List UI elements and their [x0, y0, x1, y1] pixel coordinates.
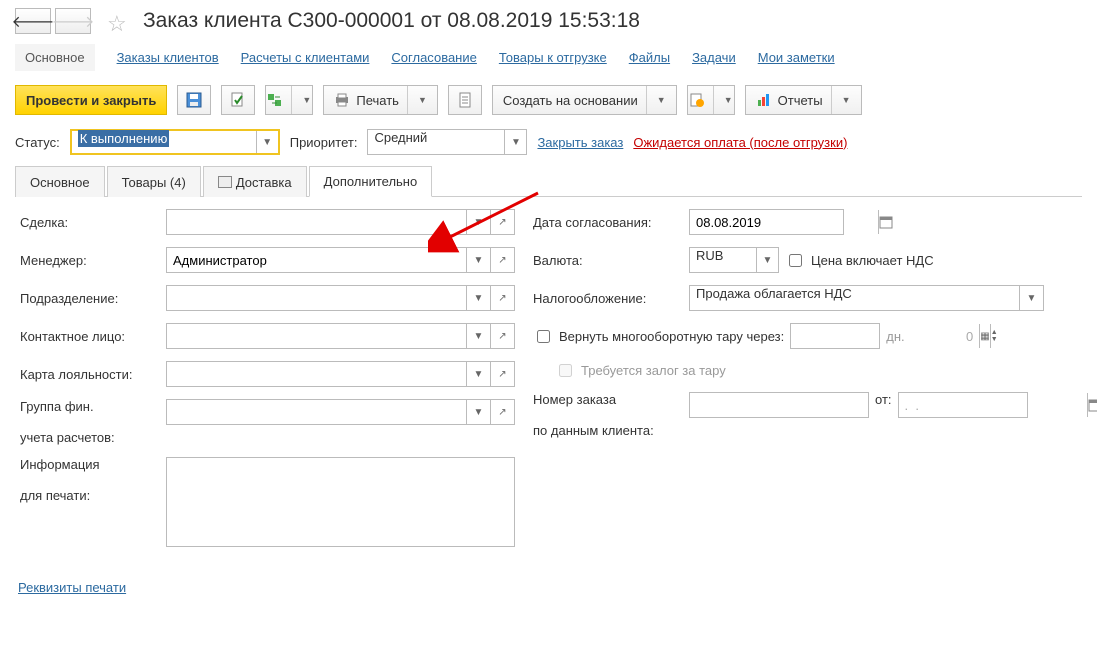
priority-label: Приоритет: [290, 135, 358, 150]
attach-icon-button[interactable]: ▼ [687, 85, 735, 115]
header-row: 🡐 🡒 ☆ Заказ клиента С300-000001 от 08.08… [0, 0, 1097, 40]
spinner-up-down[interactable]: ▲▼ [990, 324, 998, 348]
nav-main-label[interactable]: Основное [15, 44, 95, 71]
nav-link-approval[interactable]: Согласование [391, 50, 476, 65]
fingroup-open-btn[interactable]: ↗ [491, 399, 515, 425]
fingroup-dropdown-btn[interactable]: ▼ [467, 399, 491, 425]
status-label: Статус: [15, 135, 60, 150]
approval-date-field[interactable] [689, 209, 844, 235]
print-info-textarea[interactable] [166, 457, 515, 547]
chat-icon [218, 176, 232, 188]
loyalty-field[interactable] [166, 361, 467, 387]
chart-icon [756, 92, 772, 108]
tab-delivery[interactable]: Доставка [203, 166, 307, 197]
calendar-icon [879, 215, 893, 229]
tax-label: Налогообложение: [533, 291, 683, 306]
return-container-days-field[interactable]: ▦ ▲▼ [790, 323, 880, 349]
contact-open-btn[interactable]: ↗ [491, 323, 515, 349]
create-based-on-button[interactable]: Создать на основании ▼ [492, 85, 677, 115]
movement-icon-button[interactable]: ▼ [265, 85, 313, 115]
calendar-icon [1088, 398, 1097, 412]
post-and-close-button[interactable]: Провести и закрыть [15, 85, 167, 115]
priority-dropdown-btn[interactable]: ▼ [504, 130, 526, 154]
printer-icon [334, 92, 350, 108]
nav-back-button[interactable]: 🡐 [15, 8, 51, 34]
priority-field[interactable]: Средний ▼ [367, 129, 527, 155]
post-icon-button[interactable] [221, 85, 255, 115]
client-order-date-calendar-btn[interactable] [1087, 393, 1097, 417]
contact-dropdown-btn[interactable]: ▼ [467, 323, 491, 349]
client-order-number-field[interactable] [689, 392, 869, 418]
tab-goods[interactable]: Товары (4) [107, 166, 201, 197]
print-button[interactable]: Печать ▼ [323, 85, 438, 115]
calc-btn[interactable]: ▦ [979, 324, 989, 348]
favorite-star-icon[interactable]: ☆ [107, 11, 127, 31]
loyalty-dropdown-btn[interactable]: ▼ [467, 361, 491, 387]
currency-field[interactable]: RUB ▼ [689, 247, 779, 273]
division-dropdown-btn[interactable]: ▼ [467, 285, 491, 311]
reports-button[interactable]: Отчеты ▼ [745, 85, 862, 115]
print-requisites-link[interactable]: Реквизиты печати [18, 580, 126, 595]
tab-additional[interactable]: Дополнительно [309, 166, 433, 197]
structure-icon-button[interactable] [448, 85, 482, 115]
nav-link-tasks[interactable]: Задачи [692, 50, 736, 65]
nav-link-orders[interactable]: Заказы клиентов [117, 50, 219, 65]
document-icon [457, 92, 473, 108]
fingroup-field[interactable] [166, 399, 467, 425]
loyalty-open-btn[interactable]: ↗ [491, 361, 515, 387]
division-field[interactable] [166, 285, 467, 311]
status-dropdown-btn[interactable]: ▼ [256, 131, 278, 153]
manager-label: Менеджер: [20, 253, 160, 268]
floppy-icon [186, 92, 202, 108]
order-number-label: Номер заказа по данным клиента: [533, 392, 683, 438]
nav-link-my-notes[interactable]: Мои заметки [758, 50, 835, 65]
deal-field[interactable] [166, 209, 467, 235]
contact-field[interactable] [166, 323, 467, 349]
tax-field[interactable]: Продажа облагается НДС [689, 285, 1020, 311]
post-doc-icon [230, 92, 246, 108]
related-doc-icon [689, 92, 705, 108]
nav-link-files[interactable]: Файлы [629, 50, 670, 65]
deposit-required-checkbox [559, 364, 572, 377]
vat-included-checkbox[interactable] [789, 254, 802, 267]
tab-main[interactable]: Основное [15, 166, 105, 197]
division-label: Подразделение: [20, 291, 160, 306]
form-area: Сделка: ▼ ↗ Менеджер: ▼ ↗ Подразделение:… [0, 197, 1097, 574]
toolbar: Провести и закрыть ▼ Печать ▼ Создать на… [0, 81, 1097, 125]
currency-dropdown-btn[interactable]: ▼ [756, 248, 778, 272]
status-field[interactable]: К выполнению ▼ [70, 129, 280, 155]
swap-icon [267, 92, 283, 108]
return-container-label: Вернуть многооборотную тару через: [559, 329, 784, 344]
vat-included-label: Цена включает НДС [811, 253, 934, 268]
fingroup-label: Группа фин. учета расчетов: [20, 399, 160, 445]
annotation-arrow [428, 183, 558, 253]
payment-expected-link[interactable]: Ожидается оплата (после отгрузки) [633, 135, 847, 150]
currency-label: Валюта: [533, 253, 683, 268]
division-open-btn[interactable]: ↗ [491, 285, 515, 311]
approval-date-calendar-btn[interactable] [878, 210, 893, 234]
return-container-checkbox[interactable] [537, 330, 550, 343]
days-unit-label: дн. [886, 329, 904, 344]
save-icon-button[interactable] [177, 85, 211, 115]
ot-label: от: [875, 392, 892, 407]
deposit-required-label: Требуется залог за тару [581, 363, 726, 378]
page-title: Заказ клиента С300-000001 от 08.08.2019 … [143, 9, 640, 33]
nav-link-goods-to-ship[interactable]: Товары к отгрузке [499, 50, 607, 65]
tax-dropdown-btn[interactable]: ▼ [1020, 285, 1044, 311]
deal-label: Сделка: [20, 215, 160, 230]
manager-field[interactable] [166, 247, 467, 273]
nav-link-bar: Основное Заказы клиентов Расчеты с клиен… [0, 40, 1097, 81]
status-row: Статус: К выполнению ▼ Приоритет: Средни… [0, 125, 1097, 165]
nav-forward-button[interactable]: 🡒 [55, 8, 91, 34]
contact-label: Контактное лицо: [20, 329, 160, 344]
loyalty-label: Карта лояльности: [20, 367, 160, 382]
nav-link-settlements[interactable]: Расчеты с клиентами [241, 50, 370, 65]
close-order-link[interactable]: Закрыть заказ [537, 135, 623, 150]
client-order-date-field[interactable] [898, 392, 1028, 418]
info-label: Информация для печати: [20, 457, 160, 503]
